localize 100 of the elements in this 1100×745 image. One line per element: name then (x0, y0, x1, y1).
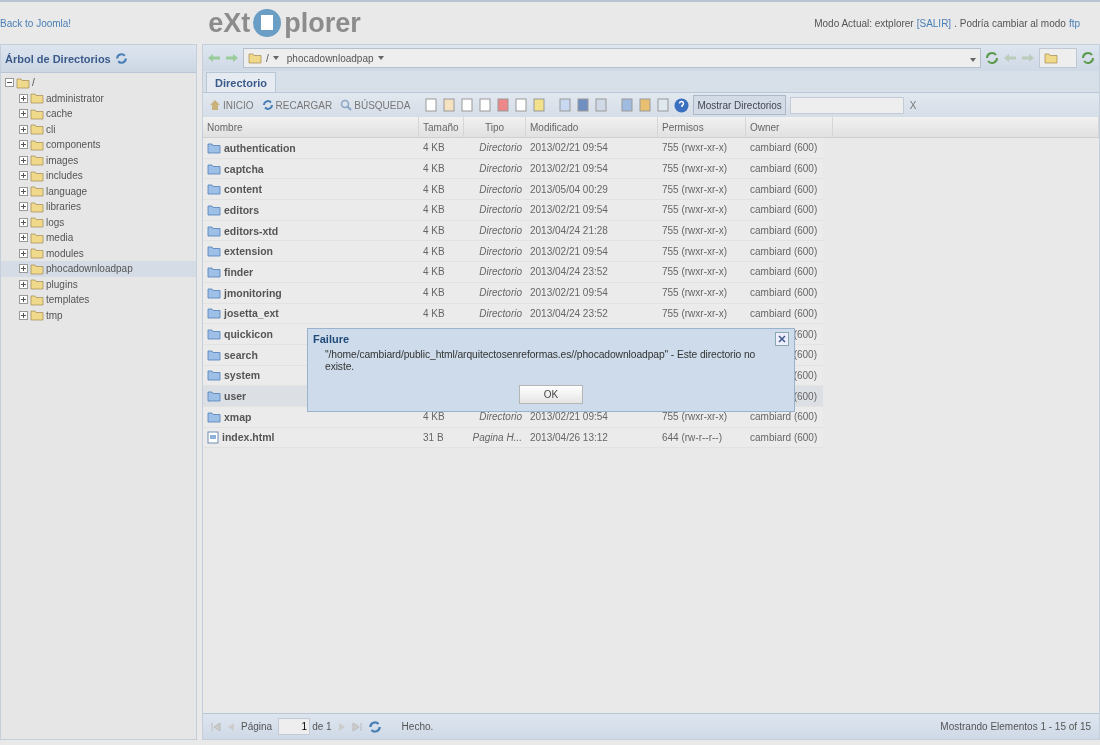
folder-icon (207, 245, 221, 258)
tree-item[interactable]: logs (1, 214, 196, 230)
tree-item[interactable]: language (1, 183, 196, 199)
modified-cell-text: 2013/04/24 21:28 (529, 224, 609, 239)
permissions-cell-text: 755 (rwxr-xr-x) (661, 182, 728, 197)
tree-item[interactable]: administrator (1, 90, 196, 106)
close-button[interactable] (775, 332, 789, 346)
show-directories-button[interactable]: Mostrar Directorios (693, 95, 786, 115)
modified-cell-text: 2013/02/21 09:54 (529, 162, 609, 177)
owner-cell-text: cambiard (600) (749, 265, 819, 280)
search-icon (340, 99, 353, 111)
permissions-cell-text: 755 (rwxr-xr-x) (661, 244, 728, 259)
tree-item[interactable]: libraries (1, 199, 196, 215)
modified-cell-text: 2013/02/21 09:54 (529, 141, 609, 156)
folder-icon (30, 216, 44, 229)
mode-label: Modo Actual: extplorer (814, 17, 914, 29)
owner-cell: (600) (793, 328, 817, 340)
clear-filter-button[interactable]: X (907, 95, 919, 115)
type-cell-text: Pagina H... (471, 430, 523, 445)
home-icon (209, 99, 221, 111)
expand-icon[interactable] (19, 186, 28, 196)
type-cell-text: Directorio (478, 286, 523, 301)
column-header[interactable]: Owner (746, 117, 833, 137)
switch-label: . Podría cambiar al modo (954, 17, 1066, 29)
modified-cell-text: 2013/04/24 23:52 (529, 306, 609, 321)
tab[interactable]: Directorio (206, 72, 276, 92)
tree-item[interactable]: modules (1, 245, 196, 261)
reload-icon[interactable] (985, 51, 999, 65)
name-cell: index.html (203, 427, 419, 448)
reload-icon[interactable] (114, 52, 128, 65)
expand-icon[interactable] (19, 295, 28, 305)
permissions-cell-text: 755 (rwxr-xr-x) (661, 141, 728, 156)
expand-icon[interactable] (19, 109, 28, 119)
last-page-icon[interactable] (351, 721, 362, 732)
name-cell: josetta_ext (203, 303, 419, 324)
expand-icon[interactable] (19, 124, 28, 134)
owner-cell-text: cambiard (600) (749, 203, 819, 218)
tree-item[interactable]: templates (1, 292, 196, 308)
tree-item[interactable]: images (1, 152, 196, 168)
column-header[interactable]: Modificado (526, 117, 658, 137)
permissions-cell-text: 755 (rwxr-xr-x) (661, 410, 728, 425)
expand-icon[interactable] (19, 93, 28, 103)
expand-icon[interactable] (19, 279, 28, 289)
expand-icon[interactable] (19, 155, 28, 165)
owner-cell-text: cambiard (600) (749, 224, 819, 239)
column-header[interactable]: Nombre (203, 117, 419, 137)
filter-field[interactable] (789, 96, 904, 114)
first-page-icon[interactable] (211, 721, 221, 732)
open-folder-icon (16, 76, 30, 89)
owner-cell-text: cambiard (600) (749, 430, 819, 445)
size-cell-text: 4 KB (422, 182, 446, 197)
expand-icon[interactable] (19, 171, 28, 181)
expand-icon[interactable] (19, 140, 28, 150)
expand-icon[interactable] (19, 233, 28, 243)
ok-button[interactable]: OK (519, 385, 583, 404)
file-icon (207, 430, 219, 444)
page-field[interactable]: 1 (278, 718, 311, 735)
tree-item[interactable]: / (1, 75, 196, 91)
folder-icon (30, 200, 44, 213)
tree-item[interactable]: media (1, 230, 196, 246)
expand-icon[interactable] (19, 248, 28, 258)
folder-icon (207, 224, 221, 237)
folder-icon (30, 138, 44, 151)
reload-icon[interactable] (367, 719, 382, 734)
page-label: Página (241, 721, 273, 732)
folder-icon (30, 309, 44, 322)
owner-cell-text: cambiard (600) (749, 306, 819, 321)
owner-cell: (600) (793, 390, 817, 402)
path-field[interactable]: / phocadownloadpap (243, 48, 981, 68)
tree-item[interactable]: plugins (1, 276, 196, 292)
folder-icon (30, 293, 44, 306)
ftp-link[interactable]: ftp (1068, 17, 1080, 29)
toolbar-button[interactable]: RECARGAR (259, 95, 335, 115)
tree-item[interactable]: phocadownloadpap (1, 261, 196, 277)
expand-icon[interactable] (19, 217, 28, 227)
reload-icon[interactable] (1081, 51, 1095, 65)
expand-icon[interactable] (19, 264, 28, 274)
type-cell-text: Directorio (478, 224, 523, 239)
permissions-cell-text: 755 (rwxr-xr-x) (661, 203, 728, 218)
toolbar-button[interactable]: BÚSQUEDA (338, 95, 413, 115)
owner-cell-text: cambiard (600) (749, 244, 819, 259)
collapse-icon[interactable] (5, 78, 14, 88)
forward-arrow-icon[interactable] (225, 53, 239, 63)
logout-link[interactable]: [SALIR] (916, 17, 952, 29)
column-header[interactable]: Permisos (658, 117, 746, 137)
column-header[interactable]: Tamaño (419, 117, 464, 137)
column-header[interactable]: Tipo (464, 117, 526, 137)
tree-item[interactable]: components (1, 137, 196, 153)
tree-item[interactable]: includes (1, 168, 196, 184)
folder-button[interactable] (1039, 48, 1077, 68)
expand-icon[interactable] (19, 310, 28, 320)
expand-icon[interactable] (19, 202, 28, 212)
tree-item[interactable]: tmp (1, 307, 196, 323)
toolbar-button[interactable]: INICIO (207, 95, 256, 115)
tree-item[interactable]: cache (1, 106, 196, 122)
tree-item[interactable]: cli (1, 121, 196, 137)
back-arrow-icon[interactable] (207, 53, 221, 63)
type-cell-text: Directorio (478, 265, 523, 280)
back-link[interactable]: Back to Joomla! (0, 17, 72, 29)
help-icon[interactable] (674, 97, 690, 113)
